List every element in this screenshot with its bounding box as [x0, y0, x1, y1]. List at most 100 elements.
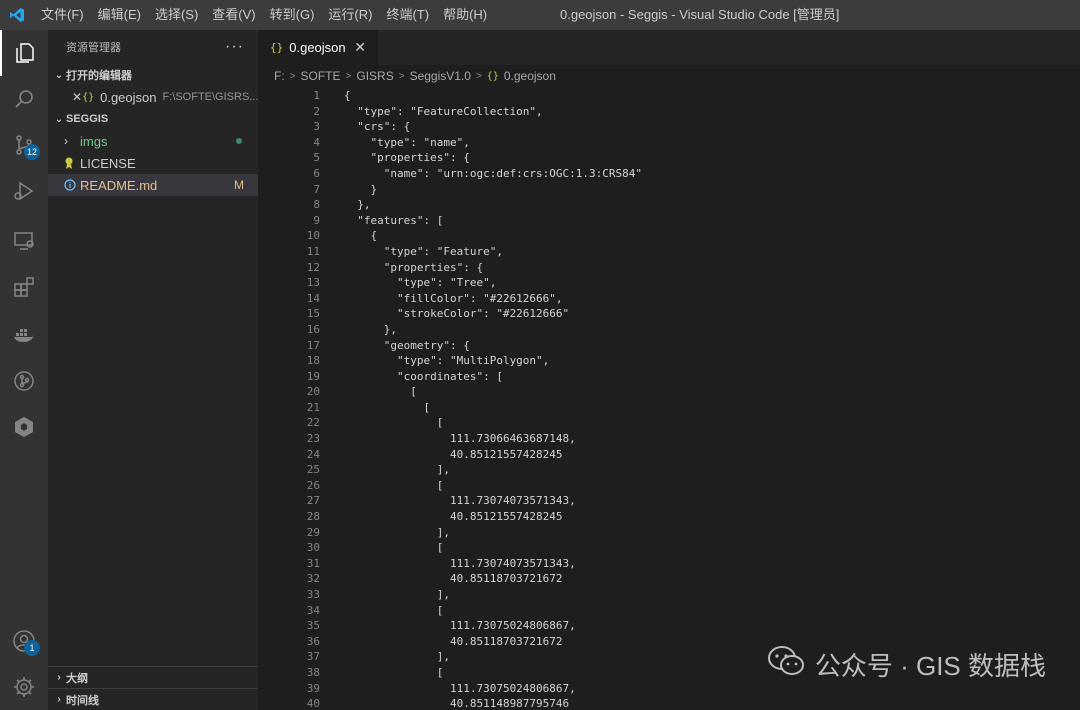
- code-text: 40.85121557428245: [344, 510, 563, 524]
- code-line: 27 111.73074073571343,: [258, 493, 1080, 509]
- line-number: 18: [306, 354, 320, 368]
- remote-explorer-icon[interactable]: [0, 218, 48, 264]
- chevron-down-icon: ⌄: [54, 113, 64, 125]
- line-number: 8: [313, 198, 320, 212]
- docker-icon[interactable]: [0, 312, 48, 358]
- code-text: "geometry": {: [344, 338, 470, 352]
- code-line: 11 "type": "Feature",: [258, 244, 1080, 260]
- code-text: 111.73074073571343,: [344, 556, 576, 570]
- tree-item-readme[interactable]: README.md M: [48, 174, 258, 196]
- code-line: 4 "type": "name",: [258, 135, 1080, 151]
- close-icon[interactable]: ✕: [72, 90, 82, 104]
- chevron-right-icon: >: [475, 70, 482, 82]
- code-text: [: [344, 665, 444, 679]
- menu-bar: 文件(F) 编辑(E) 选择(S) 查看(V) 转到(G) 运行(R) 终端(T) 帮助(H): [34, 0, 494, 30]
- extension-hexagon-icon[interactable]: [0, 404, 48, 450]
- line-number: 3: [313, 120, 320, 134]
- menu-item[interactable]: 终端(T): [379, 0, 436, 30]
- tree-item-imgs[interactable]: › imgs: [48, 130, 258, 152]
- close-tab-icon[interactable]: ✕: [354, 39, 366, 56]
- code-text: ],: [344, 463, 450, 477]
- accounts-icon[interactable]: 1: [0, 618, 48, 664]
- extensions-icon[interactable]: [0, 264, 48, 310]
- line-number: 31: [306, 556, 320, 570]
- line-number: 25: [306, 463, 320, 477]
- menu-item[interactable]: 帮助(H): [436, 0, 494, 30]
- code-line: 18 "type": "MultiPolygon",: [258, 353, 1080, 369]
- open-editor-name: 0.geojson: [100, 89, 157, 105]
- code-text: "fillColor": "#22612666",: [344, 291, 563, 305]
- json-file-icon: {}: [82, 91, 95, 103]
- code-line: 12 "properties": {: [258, 260, 1080, 276]
- activity-bar: 12 1: [0, 30, 48, 710]
- line-number: 2: [313, 104, 320, 118]
- line-number: 32: [306, 572, 320, 586]
- breadcrumb-item[interactable]: F:: [274, 69, 285, 83]
- code-text: "type": "Tree",: [344, 276, 497, 290]
- code-text: 111.73075024806867,: [344, 681, 576, 695]
- outline-header[interactable]: › 大纲: [48, 666, 258, 688]
- line-number: 35: [306, 619, 320, 633]
- code-line: 8 },: [258, 197, 1080, 213]
- menu-item[interactable]: 运行(R): [321, 0, 379, 30]
- line-number: 34: [306, 603, 320, 617]
- watermark: 公众号 · GIS 数据栈: [767, 645, 1046, 684]
- line-number: 20: [306, 385, 320, 399]
- watermark-text: 公众号 · GIS 数据栈: [814, 651, 1046, 681]
- menu-item[interactable]: 选择(S): [148, 0, 205, 30]
- code-text: 111.73075024806867,: [344, 619, 576, 633]
- json-file-icon: {}: [486, 70, 499, 82]
- breadcrumb-item[interactable]: 0.geojson: [504, 69, 556, 83]
- line-number: 24: [306, 447, 320, 461]
- vscode-logo-icon: [0, 0, 34, 30]
- settings-gear-icon[interactable]: [0, 664, 48, 710]
- folder-header[interactable]: ⌄ SEGGIS: [48, 108, 258, 130]
- chevron-right-icon: ›: [57, 694, 61, 705]
- open-editors-header[interactable]: ⌄ 打开的编辑器: [48, 64, 258, 86]
- line-number: 28: [306, 510, 320, 524]
- line-number: 6: [313, 166, 320, 180]
- code-editor[interactable]: 1{2 "type": "FeatureCollection", 3 "crs":…: [258, 88, 1080, 710]
- code-text: ],: [344, 525, 450, 539]
- line-number: 21: [306, 400, 320, 414]
- code-text: }: [344, 182, 378, 196]
- untracked-dot-icon: [236, 138, 242, 144]
- source-control-icon[interactable]: 12: [0, 122, 48, 168]
- menu-item[interactable]: 编辑(E): [91, 0, 148, 30]
- menu-item[interactable]: 转到(G): [263, 0, 322, 30]
- tab-0-geojson[interactable]: {} 0.geojson ✕: [258, 30, 378, 65]
- line-number: 16: [306, 322, 320, 336]
- tree-item-license[interactable]: LICENSE: [48, 152, 258, 174]
- line-number: 37: [306, 650, 320, 664]
- chevron-right-icon: ›: [57, 672, 61, 683]
- git-graph-icon[interactable]: [0, 358, 48, 404]
- explorer-icon[interactable]: [0, 30, 48, 76]
- breadcrumb-item[interactable]: GISRS: [356, 69, 393, 83]
- code-text: "coordinates": [: [344, 369, 503, 383]
- line-number: 1: [313, 89, 320, 102]
- code-text: [: [344, 603, 444, 617]
- search-icon[interactable]: [0, 76, 48, 122]
- code-line: 2 "type": "FeatureCollection",: [258, 104, 1080, 120]
- breadcrumb-item[interactable]: SOFTE: [301, 69, 341, 83]
- code-line: 19 "coordinates": [: [258, 369, 1080, 385]
- code-text: [: [344, 400, 431, 414]
- breadcrumb-item[interactable]: SeggisV1.0: [410, 69, 471, 83]
- code-line: 23 111.73066463687148,: [258, 431, 1080, 447]
- line-number: 27: [306, 494, 320, 508]
- code-text: 40.85121557428245: [344, 447, 563, 461]
- timeline-header[interactable]: › 时间线: [48, 688, 258, 710]
- code-text: {: [344, 229, 378, 243]
- json-file-icon: {}: [270, 41, 284, 54]
- breadcrumb: F: > SOFTE > GISRS > SeggisV1.0 > {} 0.g…: [258, 65, 1080, 87]
- run-debug-icon[interactable]: [0, 168, 48, 214]
- menu-item[interactable]: 查看(V): [205, 0, 262, 30]
- code-line: 34 [: [258, 603, 1080, 619]
- more-actions-icon[interactable]: ···: [225, 38, 244, 56]
- menu-item[interactable]: 文件(F): [34, 0, 91, 30]
- line-number: 14: [306, 291, 320, 305]
- chevron-down-icon: ⌄: [54, 69, 64, 81]
- code-line: 20 [: [258, 384, 1080, 400]
- line-number: 11: [306, 244, 320, 258]
- open-editor-item[interactable]: ✕ {} 0.geojson F:\SOFTE\GISRS...: [48, 86, 258, 108]
